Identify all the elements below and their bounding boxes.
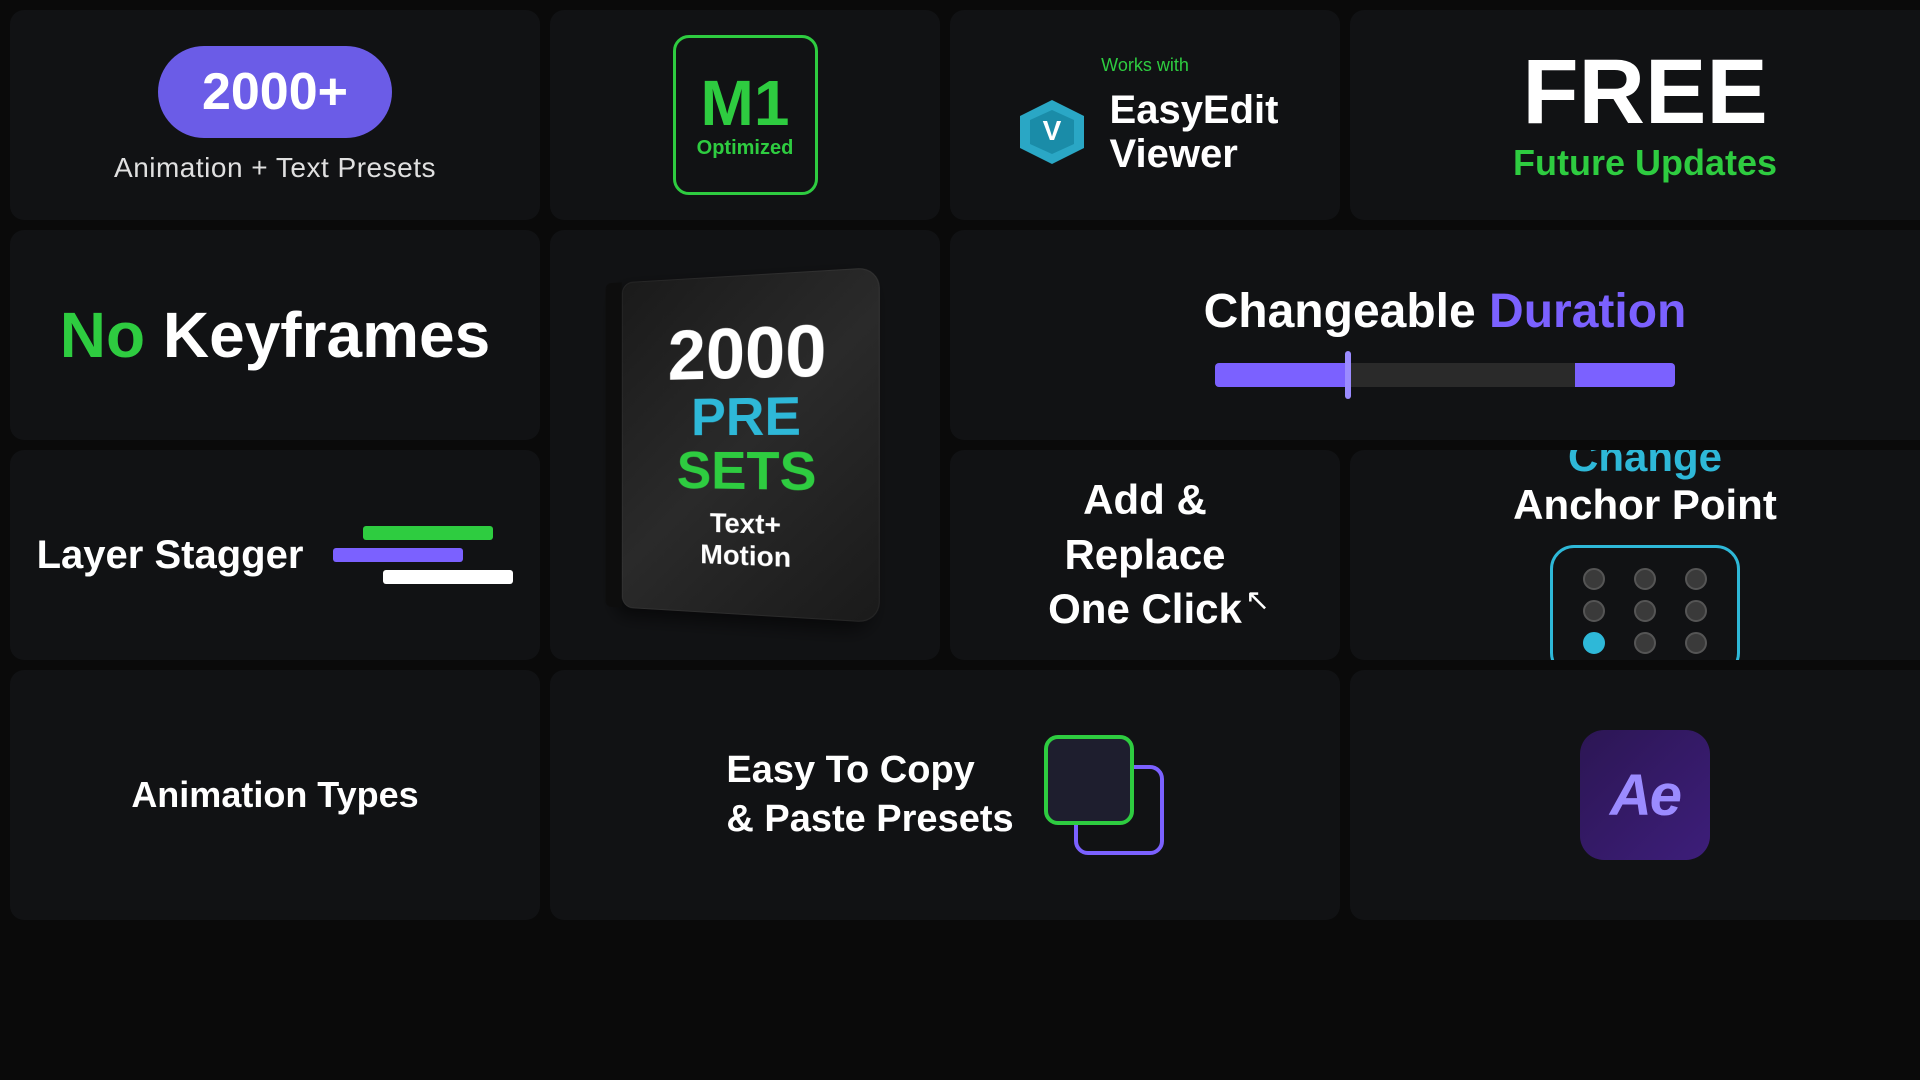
cell-changeable-duration: Changeable Duration: [950, 230, 1920, 440]
cell-easyedit: Works with V EasyEditViewer: [950, 10, 1340, 220]
preset-pre: PRE: [691, 389, 801, 444]
m1-box: M1 Optimized: [673, 35, 818, 195]
anchor-dot-4: [1583, 600, 1605, 622]
anchor-dot-7: [1583, 632, 1605, 654]
anchor-dot-6: [1685, 600, 1707, 622]
cell-add-replace: Add & Replace One Click ↖: [950, 450, 1340, 660]
timeline-bar: [1215, 363, 1675, 387]
main-grid: 2000+ Animation + Text Presets M1 Optimi…: [0, 0, 1920, 1080]
timeline-right: [1575, 363, 1675, 387]
copy-paste-label: Easy To Copy & Paste Presets: [726, 746, 1013, 845]
cell-m1: M1 Optimized: [550, 10, 940, 220]
easyedit-row: V EasyEditViewer: [1012, 88, 1279, 176]
preset-sets: SETS: [677, 444, 817, 499]
anchor-dot-2: [1634, 568, 1656, 590]
anchor-dot-9: [1685, 632, 1707, 654]
cell-change-anchor: Change Anchor Point: [1350, 450, 1920, 660]
m1-text: M1: [701, 71, 790, 135]
easy-to-copy: Easy To Copy: [726, 749, 974, 791]
timeline-handle: [1345, 351, 1351, 399]
works-with-label: Works with: [1101, 55, 1189, 76]
cell-copy-paste: Easy To Copy & Paste Presets: [550, 670, 1340, 920]
animation-types-label: Animation Types: [131, 774, 418, 816]
anchor-point-text: Anchor Point: [1513, 481, 1777, 528]
cell-preset-book: 2000 PRE SETS Text+Motion: [550, 230, 940, 660]
easyedit-name: EasyEditViewer: [1110, 88, 1279, 176]
future-updates-label: Future Updates: [1513, 142, 1777, 184]
ae-icon: Ae: [1580, 730, 1710, 860]
animation-presets-label: Animation + Text Presets: [114, 152, 436, 184]
cell-animation-types: Animation Types: [10, 670, 540, 920]
stagger-lines: [333, 526, 513, 584]
add-replace-text: Add & Replace One Click: [1048, 473, 1242, 637]
keyframes-text: Keyframes: [163, 299, 490, 371]
anchor-dot-5: [1634, 600, 1656, 622]
book-spine: [606, 282, 622, 607]
anchor-grid: [1550, 545, 1740, 660]
cell-no-keyframes: No Keyframes: [10, 230, 540, 440]
change-text: Change: [1568, 450, 1722, 480]
changeable-text: Changeable: [1204, 285, 1489, 338]
no-text: No: [60, 299, 145, 371]
m1-optimized: Optimized: [697, 137, 794, 160]
svg-text:V: V: [1042, 115, 1061, 146]
layer-stagger-label: Layer Stagger: [37, 533, 304, 578]
copy-square-front: [1044, 735, 1134, 825]
duration-text: Duration: [1489, 285, 1686, 338]
cursor-icon: ↖: [1245, 583, 1270, 618]
cell-free: FREE Future Updates: [1350, 10, 1920, 220]
badge-2000: 2000+: [158, 46, 392, 138]
stagger-line-3: [383, 570, 513, 584]
preset-book: 2000 PRE SETS Text+Motion: [622, 267, 880, 623]
free-label: FREE: [1522, 46, 1767, 138]
one-click-text: One Click: [1048, 585, 1242, 632]
add-text: Add &: [1083, 476, 1207, 523]
timeline-left: [1215, 363, 1345, 387]
anchor-dot-3: [1685, 568, 1707, 590]
cell-animation-presets: 2000+ Animation + Text Presets: [10, 10, 540, 220]
cell-after-effects: Ae: [1350, 670, 1920, 920]
preset-subtitle: Text+Motion: [700, 507, 791, 574]
cell-layer-stagger: Layer Stagger: [10, 450, 540, 660]
stagger-line-2: [333, 548, 463, 562]
anchor-dot-8: [1634, 632, 1656, 654]
anchor-dot-1: [1583, 568, 1605, 590]
replace-text: Replace: [1064, 531, 1225, 578]
changeable-duration-title: Changeable Duration: [1204, 284, 1687, 339]
copy-icon: [1044, 735, 1164, 855]
paste-presets: & Paste Presets: [726, 798, 1013, 840]
stagger-line-1: [363, 526, 493, 540]
no-keyframes-label: No Keyframes: [60, 298, 490, 372]
preset-number: 2000: [668, 314, 827, 391]
easyedit-logo-icon: V: [1012, 92, 1092, 172]
change-anchor-title: Change Anchor Point: [1513, 450, 1777, 529]
